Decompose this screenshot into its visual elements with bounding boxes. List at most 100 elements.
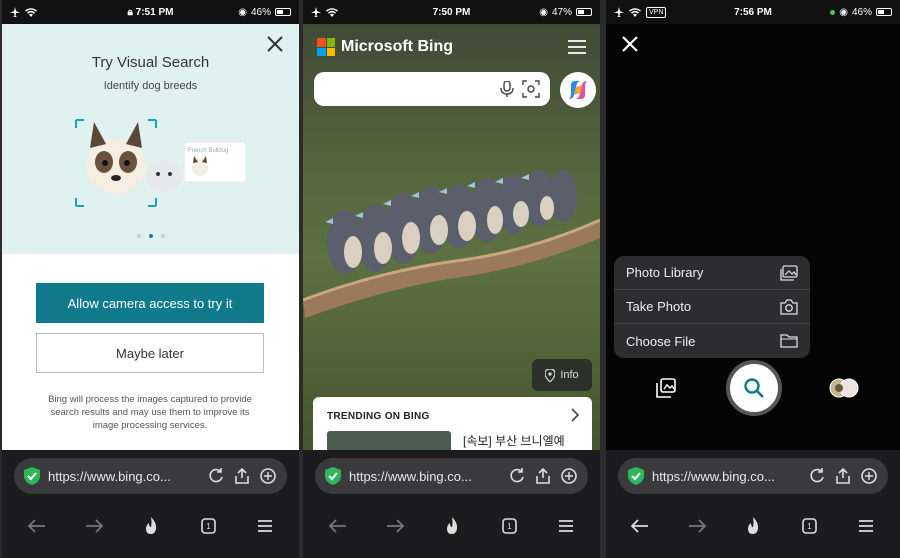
close-icon[interactable] [620,34,640,54]
back-arrow-icon[interactable] [626,512,654,540]
tabs-icon[interactable]: 1 [795,512,823,540]
battery-percent: 46% [250,6,271,18]
allow-camera-button[interactable]: Allow camera access to try it [36,283,264,323]
wifi-icon [326,7,338,17]
menu-icon[interactable] [552,512,580,540]
back-arrow-icon[interactable] [324,512,352,540]
photo-library-icon [780,264,798,281]
camera-icon [780,298,798,315]
battery-percent: 47% [551,6,572,18]
visual-search-icon[interactable] [522,80,540,98]
address-bar[interactable]: https://www.bing.co... [14,458,287,494]
carousel-dot-active[interactable] [148,234,153,238]
screenshot-stage: 🔒︎ 7:51 PM ◉ 46% Try Visual Search Ident… [0,0,900,558]
maybe-later-button[interactable]: Maybe later [36,333,264,373]
bing-logo[interactable]: Microsoft Bing [317,38,453,56]
browser-toolbar: https://www.bing.co... 1 [606,450,900,558]
status-time: 7:50 PM [432,6,471,18]
phone-bing-home: 7:50 PM ◉ 47% Microsoft Bing Info TRENDI… [303,0,600,558]
microsoft-logo-icon [317,38,335,56]
trending-heading: TRENDING ON BING [327,411,430,422]
shield-check-icon [24,467,40,485]
carousel-dots [2,234,299,238]
flame-icon[interactable] [739,512,767,540]
url-text[interactable]: https://www.bing.co... [652,469,800,484]
vpn-badge: VPN [646,6,667,18]
reload-icon[interactable] [207,467,225,485]
airplane-icon [311,7,321,17]
status-time: 7:56 PM [734,6,772,18]
microphone-icon[interactable] [500,81,514,97]
menu-icon[interactable] [251,512,279,540]
copilot-icon [569,81,587,99]
location-pin-icon [545,368,556,382]
carousel-dot[interactable] [160,234,165,238]
info-button[interactable]: Info [532,359,592,391]
menu-item-label: Take Photo [626,299,692,314]
chat-icon[interactable] [560,467,578,485]
shield-check-icon [325,467,341,485]
url-text[interactable]: https://www.bing.co... [349,469,500,484]
address-bar[interactable]: https://www.bing.co... [618,458,888,494]
airplane-icon [10,7,20,17]
forward-arrow-icon[interactable] [381,512,409,540]
hamburger-menu-icon[interactable] [568,40,586,54]
forward-arrow-icon[interactable] [683,512,711,540]
orientation-lock-icon: ◉ [539,6,548,18]
share-icon[interactable] [534,467,552,485]
lock-icon: 🔒︎ [127,6,133,18]
wifi-icon [629,7,641,17]
menu-icon[interactable] [852,512,880,540]
status-bar: 🔒︎ 7:51 PM ◉ 46% [2,0,299,24]
status-time: 7:51 PM [135,6,174,18]
url-text[interactable]: https://www.bing.co... [48,469,199,484]
trending-card[interactable]: TRENDING ON BING [속보] 부산 브니엘예 [313,397,592,457]
chat-icon[interactable] [860,467,878,485]
chevron-right-icon[interactable] [570,408,580,422]
shutter-search-button[interactable] [726,360,782,416]
browser-toolbar: https://www.bing.co... 1 [303,450,600,558]
search-icon [744,378,764,398]
forward-arrow-icon[interactable] [80,512,108,540]
recent-images-icon[interactable] [829,378,861,398]
tabs-icon[interactable]: 1 [495,512,523,540]
menu-item-take-photo[interactable]: Take Photo [614,290,810,324]
share-icon[interactable] [233,467,251,485]
battery-icon [275,8,291,16]
nav-row: 1 [303,508,600,544]
menu-item-photo-library[interactable]: Photo Library [614,256,810,290]
gallery-icon[interactable] [656,378,676,398]
carousel-dot[interactable] [136,234,141,238]
copilot-button[interactable] [560,72,596,108]
brand-name: Microsoft Bing [341,38,453,55]
airplane-icon [614,7,624,17]
search-input[interactable] [314,72,550,106]
close-icon[interactable] [265,34,285,54]
battery-icon [576,8,592,16]
folder-icon [780,334,798,348]
reload-icon[interactable] [508,467,526,485]
flame-icon[interactable] [438,512,466,540]
orientation-lock-icon: ◉ [839,6,848,18]
tab-count: 1 [808,522,813,531]
menu-item-label: Photo Library [626,265,704,280]
phone-camera-menu: VPN 7:56 PM ◉ 46% Photo Library Take Pho… [606,0,900,558]
menu-item-label: Choose File [626,333,696,349]
tabs-icon[interactable]: 1 [194,512,222,540]
breed-label: French Bulldog [188,148,228,154]
share-icon[interactable] [834,467,852,485]
flame-icon[interactable] [137,512,165,540]
menu-item-choose-file[interactable]: Choose File [614,324,810,358]
nav-row: 1 [2,508,299,544]
dialog-title: Try Visual Search [91,54,210,71]
trending-headline[interactable]: [속보] 부산 브니엘예 [463,432,565,449]
battery-percent: 46% [851,6,872,18]
chat-icon[interactable] [259,467,277,485]
browser-toolbar: https://www.bing.co... 1 [2,450,299,558]
battery-icon [876,8,892,16]
tab-count: 1 [507,522,512,531]
birds-on-branch-image [303,170,600,318]
reload-icon[interactable] [808,467,826,485]
back-arrow-icon[interactable] [23,512,51,540]
address-bar[interactable]: https://www.bing.co... [315,458,588,494]
